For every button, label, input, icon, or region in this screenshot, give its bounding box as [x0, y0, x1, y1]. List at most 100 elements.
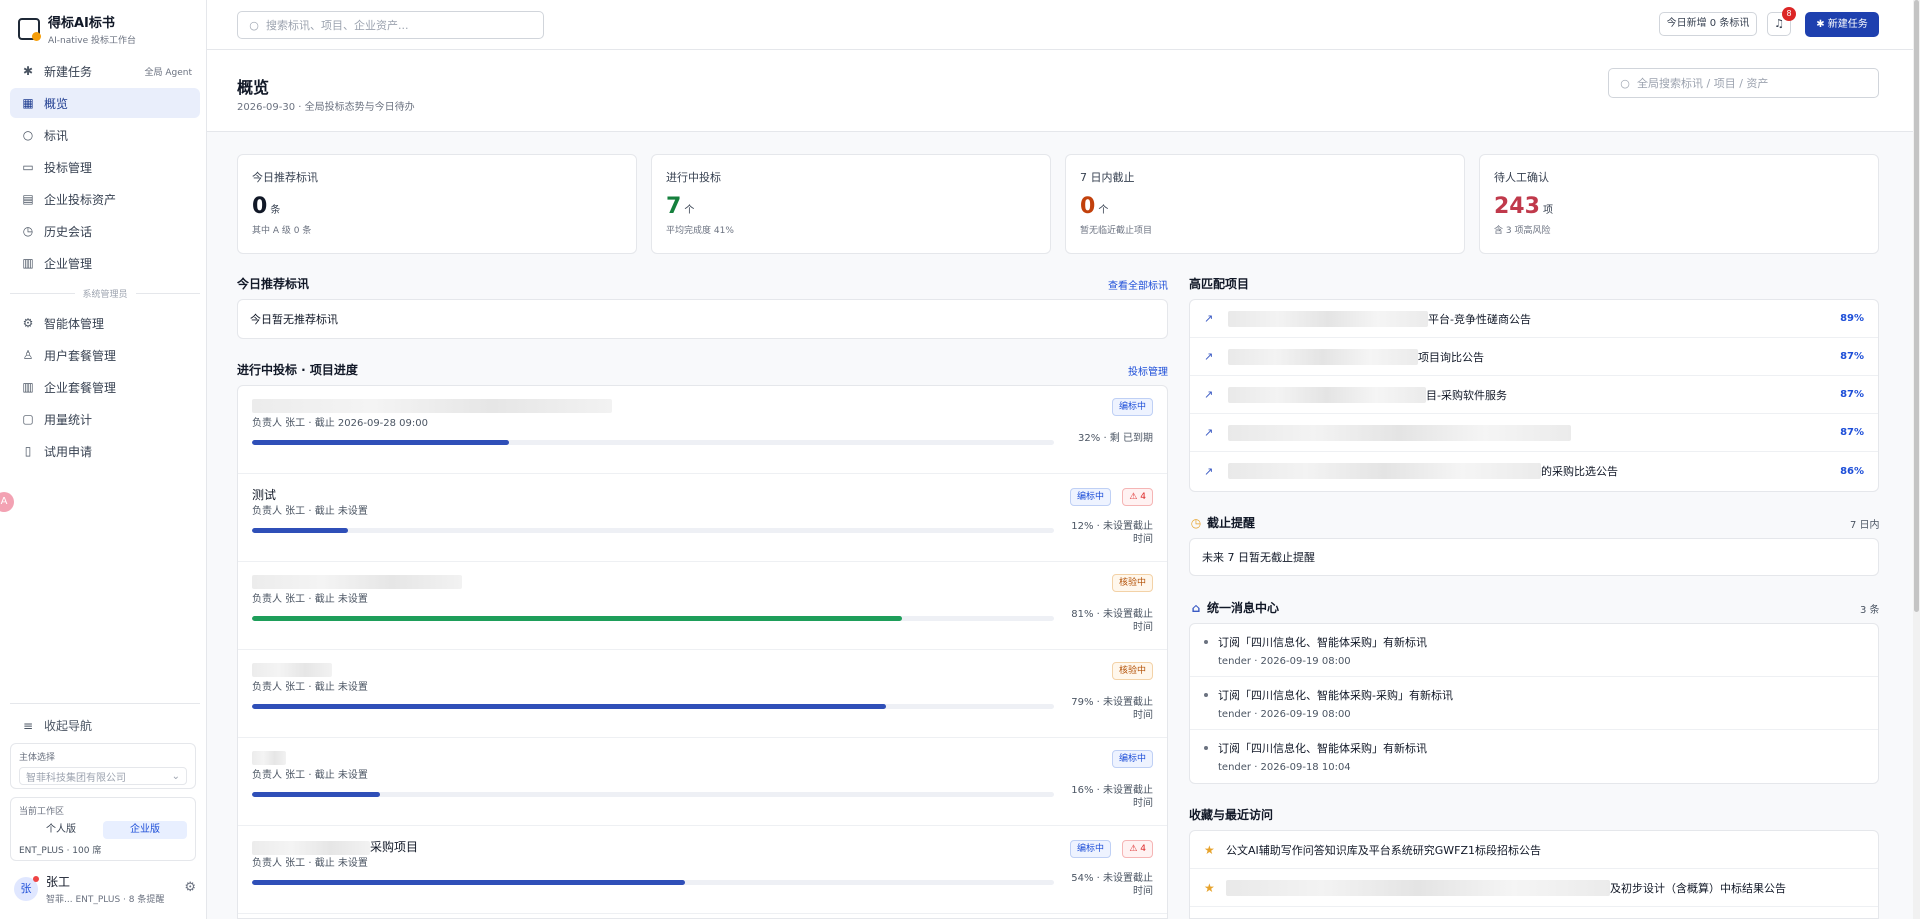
- sidebar-item-overview[interactable]: ▦ 概览: [10, 88, 200, 118]
- stat-note: 含 3 项高风险: [1494, 226, 1551, 236]
- search-icon: ○: [249, 18, 259, 32]
- sidebar-item-trial[interactable]: ▯ 试用申请: [10, 436, 200, 466]
- trend-up-icon: ↗: [1204, 312, 1214, 325]
- trend-up-icon: ↗: [1204, 388, 1214, 401]
- sidebar-item-agents[interactable]: ⚙ 智能体管理: [10, 308, 200, 338]
- sidebar-item-history[interactable]: ◷ 历史会话: [10, 216, 200, 246]
- match-row[interactable]: ↗ 87%: [1190, 414, 1878, 452]
- workspace-option-enterprise[interactable]: 企业版: [103, 821, 187, 839]
- progress-item[interactable]: 测试 负责人 张工 · 截止 未设置 12% · 未设置截止时间 编标中 ⚠ 4: [238, 474, 1167, 562]
- sidebar-nav: ✱ 新建任务 全局 Agent ▦ 概览 ○ 标讯 ▭ 投标管理 ▤ 企业投标资…: [10, 56, 200, 468]
- match-name: 平台-竞争性磋商公告: [1428, 312, 1531, 326]
- match-percent: 87%: [1840, 351, 1864, 362]
- stat-card-in-progress[interactable]: 进行中投标 7个 平均完成度 41%: [651, 154, 1051, 254]
- stat-value: 7: [666, 194, 682, 219]
- inbox-icon: ⌂: [1191, 600, 1201, 615]
- message-row[interactable]: 订阅「四川信息化、智能体采购-采购」有新标讯 tender · 2026-09-…: [1190, 677, 1878, 730]
- warning-icon: ⚠: [1129, 844, 1141, 854]
- progress-track: [252, 880, 1054, 885]
- global-agent-tag: 全局 Agent: [144, 67, 192, 78]
- deadline-title-text: 截止提醒: [1207, 516, 1256, 530]
- message-center-title-text: 统一消息中心: [1207, 601, 1280, 615]
- redacted-name: [1228, 463, 1541, 479]
- progress-item-name: [252, 574, 462, 589]
- match-name: 目-采购软件服务: [1426, 388, 1507, 402]
- message-title: 订阅「四川信息化、智能体采购」有新标讯: [1218, 636, 1427, 649]
- redacted-name: [252, 574, 462, 589]
- sidebar-item-enterprise-plans[interactable]: ▥ 企业套餐管理: [10, 372, 200, 402]
- collapse-nav-button[interactable]: ≡ 收起导航: [10, 703, 200, 739]
- sidebar-item-label: 用量统计: [44, 412, 93, 427]
- stat-card-pending-confirm[interactable]: 待人工确认 243 项 含 3 项高风险: [1479, 154, 1879, 254]
- sidebar-item-new-task[interactable]: ✱ 新建任务 全局 Agent: [10, 56, 200, 86]
- search-icon: ○: [22, 128, 34, 142]
- global-search-input[interactable]: ○ 全局搜索标讯 / 项目 / 资产: [1608, 68, 1879, 98]
- progress-item-meta: 负责人 张工 · 截止 未设置: [252, 858, 368, 869]
- sidebar-item-usage[interactable]: ▢ 用量统计: [10, 404, 200, 434]
- subject-value: 智菲科技集团有限公司: [26, 772, 126, 784]
- trend-up-icon: ↗: [1204, 426, 1214, 439]
- top-search-input[interactable]: ○ 搜索标讯、项目、企业资产...: [237, 11, 544, 39]
- notifications-button[interactable]: ♫ 8: [1767, 7, 1796, 36]
- stat-card-recommended[interactable]: 今日推荐标讯 0条 其中 A 级 0 条: [237, 154, 637, 254]
- sidebar-item-bid-management[interactable]: ▭ 投标管理: [10, 152, 200, 182]
- match-row[interactable]: ↗ 平台-竞争性磋商公告 89%: [1190, 300, 1878, 338]
- status-badge: 核验中: [1111, 662, 1153, 680]
- scrollbar-thumb[interactable]: [1914, 0, 1919, 612]
- match-row[interactable]: ↗ 项目询比公告 87%: [1190, 338, 1878, 376]
- sidebar-item-assets[interactable]: ▤ 企业投标资产: [10, 184, 200, 214]
- user-profile[interactable]: 张 张工 智菲... ENT_PLUS · 8 条提醒 ⚙: [14, 872, 200, 906]
- progress-percent: 12% · 未设置截止时间: [1071, 521, 1153, 545]
- avatar: 张: [14, 876, 39, 901]
- workspace-option-personal[interactable]: 个人版: [19, 821, 103, 839]
- view-all-tenders-link[interactable]: 查看全部标讯: [1108, 277, 1168, 292]
- sidebar-item-label: 新建任务: [44, 64, 93, 79]
- progress-fill: [252, 792, 381, 797]
- folder-icon: ▭: [22, 160, 34, 174]
- progress-item[interactable]: 负责人 张工 · 截止 未设置 81% · 未设置截止时间 核验中: [238, 562, 1167, 650]
- sidebar-item-user-plans[interactable]: ♙ 用户套餐管理: [10, 340, 200, 370]
- brand[interactable]: 得标AI标书 AI-native 投标工作台: [18, 12, 136, 46]
- match-row[interactable]: ↗ 的采购比选公告 86%: [1190, 452, 1878, 490]
- subject-select[interactable]: 智菲科技集团有限公司 ⌄: [19, 767, 187, 785]
- sparkle-icon: ✱: [1816, 19, 1828, 30]
- progress-item[interactable]: 采购项目 负责人 张工 · 截止 未设置 54% · 未设置截止时间 编标中 ⚠…: [238, 826, 1167, 914]
- new-task-button[interactable]: ✱ 新建任务: [1805, 12, 1879, 37]
- favorite-row[interactable]: ★ 及初步设计（含概算）中标结果公告: [1190, 869, 1878, 907]
- message-row[interactable]: 订阅「四川信息化、智能体采购」有新标讯 tender · 2026-09-18 …: [1190, 730, 1878, 783]
- sidebar-item-enterprise[interactable]: ▥ 企业管理: [10, 248, 200, 278]
- risk-badge: ⚠ 4: [1122, 840, 1153, 858]
- high-match-section-title: 高匹配项目: [1189, 277, 1250, 291]
- stat-unit: 项: [1542, 205, 1553, 216]
- progress-item[interactable]: 负责人 张工 · 截止 未设置 16% · 未设置截止时间 编标中: [238, 738, 1167, 826]
- page-scrollbar[interactable]: [1913, 0, 1920, 919]
- user-icon: ♙: [22, 348, 34, 362]
- stat-card-due-7-days[interactable]: 7 日内截止 0个 暂无临近截止项目: [1065, 154, 1465, 254]
- clock-icon: ◷: [22, 224, 34, 238]
- progress-track: [252, 440, 1054, 445]
- page-header: 概览 2026-09-30 · 全局投标态势与今日待办 ○ 全局搜索标讯 / 项…: [207, 50, 1913, 132]
- progress-item-meta: 负责人 张工 · 截止 未设置: [252, 506, 368, 517]
- message-title: 订阅「四川信息化、智能体采购」有新标讯: [1218, 742, 1427, 755]
- recommend-section-title: 今日推荐标讯: [237, 277, 310, 291]
- match-row[interactable]: ↗ 目-采购软件服务 87%: [1190, 376, 1878, 414]
- top-search-placeholder: 搜索标讯、项目、企业资产...: [266, 19, 409, 32]
- progress-percent: 79% · 未设置截止时间: [1071, 697, 1153, 721]
- bullet-dot: [1204, 746, 1208, 750]
- progress-item[interactable]: 负责人 张工 · 截止 未设置 79% · 未设置截止时间 核验中: [238, 650, 1167, 738]
- recommend-empty-state: 今日暂无推荐标讯: [237, 299, 1168, 339]
- status-badge: 核验中: [1111, 574, 1153, 592]
- message-row[interactable]: 订阅「四川信息化、智能体采购」有新标讯 tender · 2026-09-19 …: [1190, 624, 1878, 677]
- settings-gear-icon[interactable]: ⚙: [184, 880, 196, 895]
- favorite-row[interactable]: ★ 公文AI辅助写作问答知识库及平台系统研究GWFZ1标段招标公告: [1190, 831, 1878, 869]
- workspace-plan: ENT_PLUS · 100 席: [19, 846, 102, 856]
- favorites-section-title: 收藏与最近访问: [1189, 808, 1274, 822]
- progress-item[interactable]: 负责人 张工 · 截止 2026-09-28 09:00 32% · 剩 已到期…: [238, 386, 1167, 474]
- progress-item-meta: 负责人 张工 · 截止 2026-09-28 09:00: [252, 418, 429, 429]
- bid-management-link[interactable]: 投标管理: [1128, 363, 1168, 378]
- stat-unit: 个: [684, 205, 695, 216]
- sidebar-item-tenders[interactable]: ○ 标讯: [10, 120, 200, 150]
- progress-track: [252, 528, 1054, 533]
- today-new-tenders-button[interactable]: 今日新增 0 条标讯: [1659, 12, 1757, 36]
- message-meta: tender · 2026-09-19 08:00: [1218, 709, 1351, 720]
